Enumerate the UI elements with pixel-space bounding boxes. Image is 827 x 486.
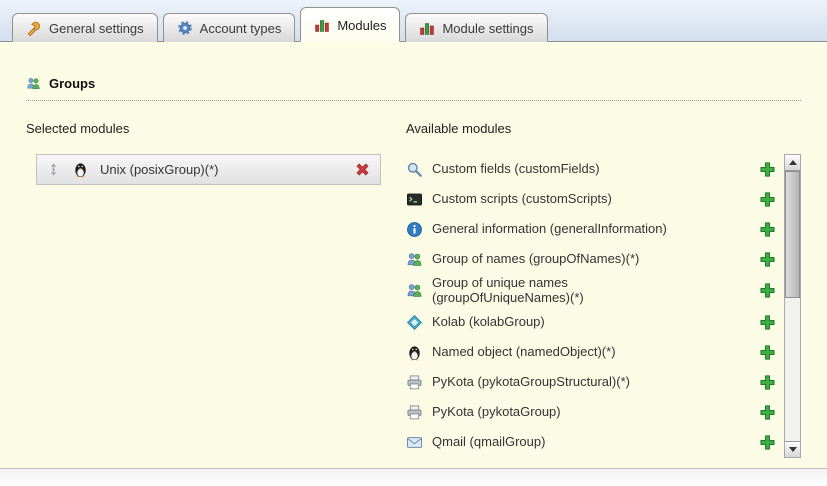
- available-module-row: PyKota (pykotaGroupStructural)(*): [406, 368, 776, 398]
- bottom-strip: [0, 469, 827, 485]
- available-modules-column: Available modules Custom fields (customF…: [406, 121, 801, 458]
- group-icon: [406, 282, 423, 299]
- modules-panel: Groups Selected modules Unix (posixGroup…: [0, 42, 827, 469]
- add-module-button[interactable]: [759, 251, 776, 268]
- available-module-row: Qmail (qmailGroup): [406, 428, 776, 458]
- sort-arrows-icon: [46, 162, 61, 177]
- available-module-row: Group of names (groupOfNames)(*): [406, 244, 776, 274]
- available-module-row: Group of unique names (groupOfUniqueName…: [406, 274, 776, 308]
- scrollbar-down-button[interactable]: [785, 441, 800, 457]
- available-module-label: General information (generalInformation): [432, 222, 667, 237]
- available-module-label: Named object (namedObject)(*): [432, 345, 616, 360]
- scrollbar[interactable]: [784, 154, 801, 458]
- available-module-row: General information (generalInformation): [406, 214, 776, 244]
- modules-icon: [314, 17, 330, 33]
- available-module-row: PyKota (pykotaGroup): [406, 398, 776, 428]
- available-module-label: PyKota (pykotaGroupStructural)(*): [432, 375, 630, 390]
- tux-icon: [72, 161, 89, 178]
- plus-icon: [759, 251, 776, 268]
- scrollbar-track[interactable]: [785, 171, 800, 441]
- tab-general-settings[interactable]: General settings: [12, 13, 158, 42]
- add-module-button[interactable]: [759, 314, 776, 331]
- printer-icon: [406, 374, 423, 391]
- gear-icon: [177, 20, 193, 36]
- available-modules-heading: Available modules: [406, 121, 801, 136]
- available-module-row: Named object (namedObject)(*): [406, 338, 776, 368]
- selected-module-label: Unix (posixGroup)(*): [100, 162, 343, 177]
- plus-icon: [759, 161, 776, 178]
- available-modules-list: Custom fields (customFields) Custom scri…: [406, 154, 776, 458]
- plus-icon: [759, 221, 776, 238]
- plus-icon: [759, 191, 776, 208]
- magnifier-icon: [406, 161, 423, 178]
- scrollbar-up-button[interactable]: [785, 155, 800, 171]
- available-module-label: Qmail (qmailGroup): [432, 435, 545, 450]
- add-module-button[interactable]: [759, 221, 776, 238]
- add-module-button[interactable]: [759, 404, 776, 421]
- tux-icon: [406, 344, 423, 361]
- selected-module-row[interactable]: Unix (posixGroup)(*): [36, 154, 381, 185]
- tab-bar: General settings Account types Modules M…: [0, 0, 827, 42]
- plus-icon: [759, 344, 776, 361]
- available-module-label: Kolab (kolabGroup): [432, 315, 545, 330]
- available-module-row: Kolab (kolabGroup): [406, 308, 776, 338]
- tab-label: General settings: [49, 21, 144, 36]
- tab-label: Module settings: [442, 21, 533, 36]
- available-module-row: Custom fields (customFields): [406, 154, 776, 184]
- add-module-button[interactable]: [759, 282, 776, 299]
- selected-modules-column: Selected modules Unix (posixGroup)(*): [26, 121, 406, 458]
- terminal-icon: [406, 191, 423, 208]
- selected-modules-heading: Selected modules: [26, 121, 406, 136]
- plus-icon: [759, 282, 776, 299]
- remove-module-button[interactable]: [354, 161, 371, 178]
- group-icon: [26, 76, 41, 91]
- drag-handle[interactable]: [46, 162, 61, 177]
- wrench-icon: [26, 20, 42, 36]
- mail-icon: [406, 434, 423, 451]
- add-module-button[interactable]: [759, 434, 776, 451]
- module-settings-icon: [419, 20, 435, 36]
- tab-module-settings[interactable]: Module settings: [405, 13, 547, 42]
- arrow-up-icon: [789, 160, 797, 165]
- add-module-button[interactable]: [759, 374, 776, 391]
- plus-icon: [759, 434, 776, 451]
- tab-label: Account types: [200, 21, 282, 36]
- plus-icon: [759, 374, 776, 391]
- delete-icon: [354, 161, 371, 178]
- arrow-down-icon: [789, 447, 797, 452]
- printer-icon: [406, 404, 423, 421]
- section-header-groups: Groups: [26, 76, 801, 101]
- plus-icon: [759, 404, 776, 421]
- available-module-label: PyKota (pykotaGroup): [432, 405, 561, 420]
- section-title: Groups: [49, 76, 95, 91]
- tab-modules[interactable]: Modules: [300, 7, 400, 42]
- info-icon: [406, 221, 423, 238]
- add-module-button[interactable]: [759, 161, 776, 178]
- add-module-button[interactable]: [759, 344, 776, 361]
- plus-icon: [759, 314, 776, 331]
- tab-label: Modules: [337, 18, 386, 33]
- add-module-button[interactable]: [759, 191, 776, 208]
- available-module-label: Group of names (groupOfNames)(*): [432, 252, 639, 267]
- available-module-row: Custom scripts (customScripts): [406, 184, 776, 214]
- available-module-label: Custom fields (customFields): [432, 162, 600, 177]
- available-module-label: Custom scripts (customScripts): [432, 192, 612, 207]
- group-icon: [406, 251, 423, 268]
- tab-account-types[interactable]: Account types: [163, 13, 296, 42]
- available-module-label: Group of unique names (groupOfUniqueName…: [432, 276, 684, 306]
- scrollbar-thumb[interactable]: [785, 171, 800, 298]
- kolab-icon: [406, 314, 423, 331]
